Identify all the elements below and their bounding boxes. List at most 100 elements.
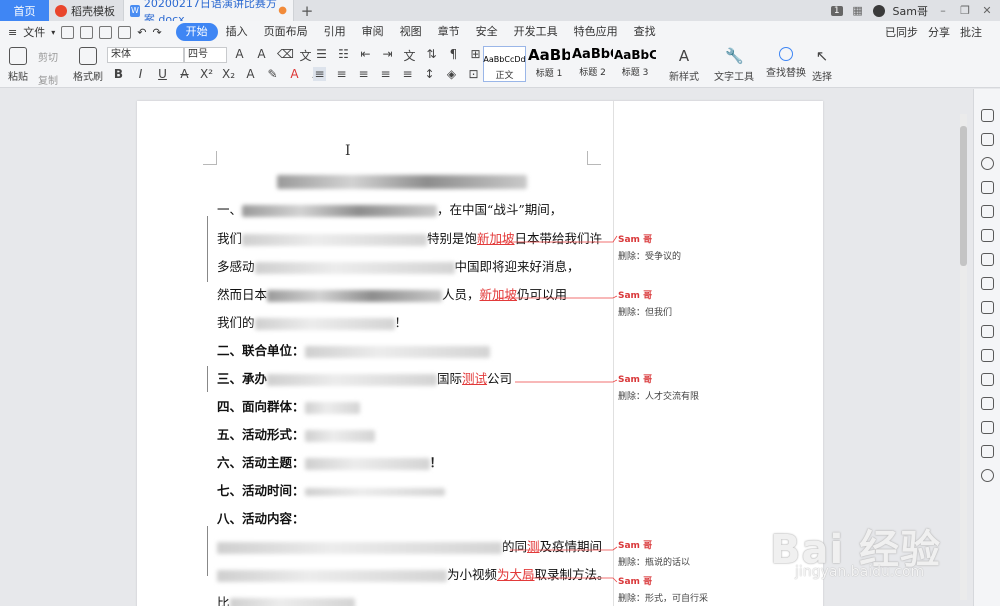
copy-button[interactable]: 复制 — [38, 72, 58, 87]
restore-icon[interactable]: ❐ — [958, 4, 972, 17]
numbered-list-icon[interactable]: ☷ — [337, 47, 350, 64]
share-icon[interactable] — [980, 349, 994, 362]
unsaved-dot-icon[interactable]: ● — [278, 5, 287, 16]
print-icon[interactable] — [99, 25, 113, 39]
redo-icon[interactable]: ↷ — [152, 26, 161, 39]
document-tools-icon[interactable] — [980, 325, 994, 338]
comment-button[interactable]: 批注 — [960, 24, 982, 40]
table-icon[interactable] — [980, 229, 994, 242]
sort-icon[interactable]: ⇅ — [425, 47, 438, 64]
menu-page-layout[interactable]: 页面布局 — [256, 23, 316, 41]
document-page[interactable]: I 一、 ，在中国“战斗”期间， 我们 特别是饱新加坡日本带给我们许 多感动 中国即将… — [137, 101, 823, 606]
share-button[interactable]: 分享 — [928, 24, 950, 40]
pointer-icon[interactable] — [980, 133, 994, 146]
menu-search[interactable]: 查找 — [626, 23, 664, 41]
user-name[interactable]: Sam哥 — [893, 3, 928, 19]
close-icon[interactable]: ✕ — [980, 4, 994, 17]
justify-icon[interactable]: ≡ — [379, 67, 392, 81]
menu-section[interactable]: 章节 — [430, 23, 468, 41]
shading-icon[interactable]: ◈ — [445, 67, 458, 81]
menu-features[interactable]: 特色应用 — [566, 23, 626, 41]
new-style-button[interactable]: A 新样式 — [669, 47, 699, 83]
chart-icon[interactable] — [980, 277, 994, 290]
tab-templates[interactable]: 稻壳模板 — [49, 0, 124, 21]
minimize-icon[interactable]: – — [936, 4, 950, 17]
edit-icon[interactable] — [980, 109, 994, 122]
find-replace-label: 查找替换 — [766, 68, 806, 79]
menu-developer[interactable]: 开发工具 — [506, 23, 566, 41]
style-heading-1[interactable]: AaBb 标题 1 — [528, 46, 570, 82]
sync-status[interactable]: 已同步 — [885, 24, 918, 40]
table-grid-icon[interactable]: ⊞ — [469, 47, 482, 64]
print-preview-icon[interactable] — [118, 25, 132, 39]
shapes-icon[interactable] — [980, 181, 994, 194]
shrink-font-icon[interactable]: A — [255, 47, 268, 64]
select-button[interactable]: ↖ 选择 — [812, 47, 832, 83]
underline-icon[interactable]: U — [156, 67, 169, 81]
subscript-icon[interactable]: X₂ — [222, 67, 235, 81]
vertical-scrollbar[interactable] — [960, 114, 967, 600]
clear-format-icon[interactable]: ⌫ — [277, 47, 294, 64]
settings-sliders-icon[interactable] — [980, 301, 994, 314]
library-icon[interactable] — [980, 253, 994, 266]
font-color-icon[interactable]: A — [288, 67, 301, 81]
phonetic-icon[interactable]: 文 — [299, 47, 312, 64]
align-right-icon[interactable]: ≡ — [357, 67, 370, 81]
format-painter-button[interactable]: 格式刷 — [73, 47, 103, 83]
backup-icon[interactable] — [980, 445, 994, 458]
tab-home-label: 首页 — [13, 4, 36, 18]
avatar[interactable] — [872, 4, 885, 17]
style-normal[interactable]: AaBbCcDd 正文 — [483, 46, 526, 82]
export-pdf-icon[interactable] — [80, 25, 94, 39]
line-spacing-icon[interactable]: ↕ — [423, 67, 436, 81]
menu-references[interactable]: 引用 — [316, 23, 354, 41]
archive-icon[interactable] — [980, 397, 994, 410]
superscript-icon[interactable]: X² — [200, 67, 213, 81]
image-icon[interactable] — [980, 421, 994, 434]
menu-home[interactable]: 开始 — [175, 23, 218, 41]
align-left-icon[interactable]: ≡ — [313, 67, 326, 81]
align-center-icon[interactable]: ≡ — [335, 67, 348, 81]
style-heading-2[interactable]: AaBbC 标题 2 — [572, 46, 613, 82]
menu-view[interactable]: 视图 — [392, 23, 430, 41]
strikethrough-icon[interactable]: A — [178, 67, 191, 81]
text-style-icon[interactable] — [980, 205, 994, 218]
menu-review[interactable]: 审阅 — [354, 23, 392, 41]
chevron-down-icon[interactable]: ▾ — [51, 28, 55, 37]
show-marks-icon[interactable]: ¶ — [447, 47, 460, 64]
text-effect-icon[interactable]: A — [244, 67, 257, 81]
undo-icon[interactable]: ↶ — [137, 26, 146, 39]
translate-icon[interactable] — [980, 373, 994, 386]
style-heading-3[interactable]: AaBbC 标题 3 — [614, 46, 656, 82]
grid-icon[interactable]: ▦ — [851, 4, 865, 17]
decrease-indent-icon[interactable]: ⇤ — [359, 47, 372, 64]
location-icon[interactable] — [980, 157, 994, 170]
tab-home[interactable]: 首页 — [0, 0, 49, 21]
file-menu[interactable]: 文件 — [23, 24, 45, 40]
hamburger-icon[interactable]: ≡ — [8, 26, 17, 39]
highlight-icon[interactable]: ✎ — [266, 67, 279, 81]
chinese-layout-icon[interactable]: 文 — [403, 47, 416, 64]
text-tools-button[interactable]: 🔧 文字工具 — [714, 47, 754, 83]
save-icon[interactable] — [61, 25, 75, 39]
cut-button[interactable]: 剪切 — [38, 49, 58, 64]
find-replace-button[interactable]: 查找替换 — [766, 47, 806, 79]
style-heading-3-caption: 标题 3 — [621, 68, 649, 78]
distribute-icon[interactable]: ≡ — [401, 67, 414, 81]
italic-icon[interactable]: I — [134, 67, 147, 81]
tab-document[interactable]: W 20200217日语演讲比赛方案.docx ● — [124, 0, 294, 26]
add-tab-button[interactable]: + — [294, 0, 320, 21]
borders-icon[interactable]: ⊡ — [467, 67, 480, 81]
bullet-list-icon[interactable]: ☰ — [315, 47, 328, 64]
scrollbar-thumb[interactable] — [960, 126, 967, 266]
grow-font-icon[interactable]: A — [233, 47, 246, 64]
menu-security[interactable]: 安全 — [468, 23, 506, 41]
increase-indent-icon[interactable]: ⇥ — [381, 47, 394, 64]
menu-insert[interactable]: 插入 — [218, 23, 256, 41]
font-name-select[interactable]: 宋体 — [107, 47, 184, 63]
window-count-badge[interactable]: 1 — [830, 5, 843, 16]
bold-icon[interactable]: B — [112, 67, 125, 81]
paste-button[interactable]: 粘贴 — [8, 47, 28, 83]
font-size-select[interactable]: 四号 — [184, 47, 227, 63]
help-icon[interactable] — [980, 469, 994, 482]
